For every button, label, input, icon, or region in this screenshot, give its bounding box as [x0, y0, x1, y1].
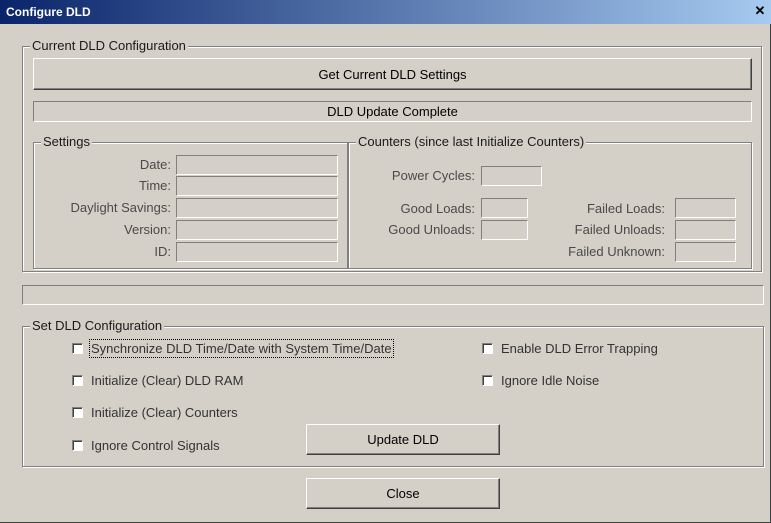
failed-unloads-field [675, 220, 736, 240]
ignore-control-signals-checkbox[interactable]: Ignore Control Signals [72, 438, 220, 453]
time-label: Time: [138, 178, 171, 193]
checkbox-box[interactable] [72, 440, 83, 451]
configure-dld-window: Configure DLD ✕ Current DLD Configuratio… [0, 0, 771, 523]
good-loads-label: Good Loads: [400, 201, 475, 216]
version-label: Version: [124, 222, 171, 237]
close-button[interactable]: Close [306, 478, 500, 509]
ignore-idle-noise-checkbox[interactable]: Ignore Idle Noise [482, 373, 599, 388]
checkbox-box[interactable] [482, 375, 493, 386]
update-dld-button[interactable]: Update DLD [306, 424, 500, 455]
sync-time-label: Synchronize DLD Time/Date with System Ti… [89, 339, 394, 358]
failed-loads-field [675, 198, 736, 218]
power-cycles-field [481, 166, 542, 186]
checkbox-box[interactable] [72, 343, 83, 354]
good-loads-field [481, 198, 528, 218]
error-trapping-label: Enable DLD Error Trapping [501, 341, 658, 356]
date-field [176, 155, 338, 175]
version-field [176, 220, 338, 240]
checkbox-box[interactable] [72, 375, 83, 386]
date-label: Date: [139, 157, 171, 172]
close-icon[interactable]: ✕ [753, 4, 767, 18]
init-counters-checkbox[interactable]: Initialize (Clear) Counters [72, 405, 238, 420]
progress-bar [22, 285, 764, 305]
get-current-settings-button[interactable]: Get Current DLD Settings [33, 58, 752, 90]
checkbox-box[interactable] [482, 343, 493, 354]
good-unloads-field [481, 220, 528, 240]
failed-loads-label: Failed Loads: [586, 201, 665, 216]
window-title: Configure DLD [6, 5, 91, 19]
checkbox-box[interactable] [72, 407, 83, 418]
id-label: ID: [154, 244, 171, 259]
time-field [176, 176, 338, 196]
daylight-savings-label: Daylight Savings: [70, 200, 171, 215]
sync-time-checkbox[interactable]: Synchronize DLD Time/Date with System Ti… [72, 339, 394, 358]
current-config-label: Current DLD Configuration [30, 38, 188, 53]
power-cycles-label: Power Cycles: [391, 168, 475, 183]
update-status-text: DLD Update Complete [33, 101, 752, 122]
error-trapping-checkbox[interactable]: Enable DLD Error Trapping [482, 341, 658, 356]
failed-unloads-label: Failed Unloads: [574, 222, 665, 237]
id-field [176, 242, 338, 262]
good-unloads-label: Good Unloads: [388, 222, 475, 237]
init-ram-checkbox[interactable]: Initialize (Clear) DLD RAM [72, 373, 243, 388]
ignore-control-signals-label: Ignore Control Signals [91, 438, 220, 453]
ignore-idle-noise-label: Ignore Idle Noise [501, 373, 600, 388]
failed-unknown-label: Failed Unknown: [568, 244, 665, 259]
failed-unknown-field [675, 242, 736, 262]
set-config-label: Set DLD Configuration [30, 318, 165, 333]
counters-label: Counters (since last Initialize Counters… [356, 134, 587, 149]
settings-label: Settings [41, 134, 92, 149]
title-bar[interactable]: Configure DLD ✕ [0, 0, 771, 24]
daylight-savings-field [176, 198, 338, 218]
init-ram-label: Initialize (Clear) DLD RAM [91, 373, 244, 388]
init-counters-label: Initialize (Clear) Counters [91, 405, 238, 420]
